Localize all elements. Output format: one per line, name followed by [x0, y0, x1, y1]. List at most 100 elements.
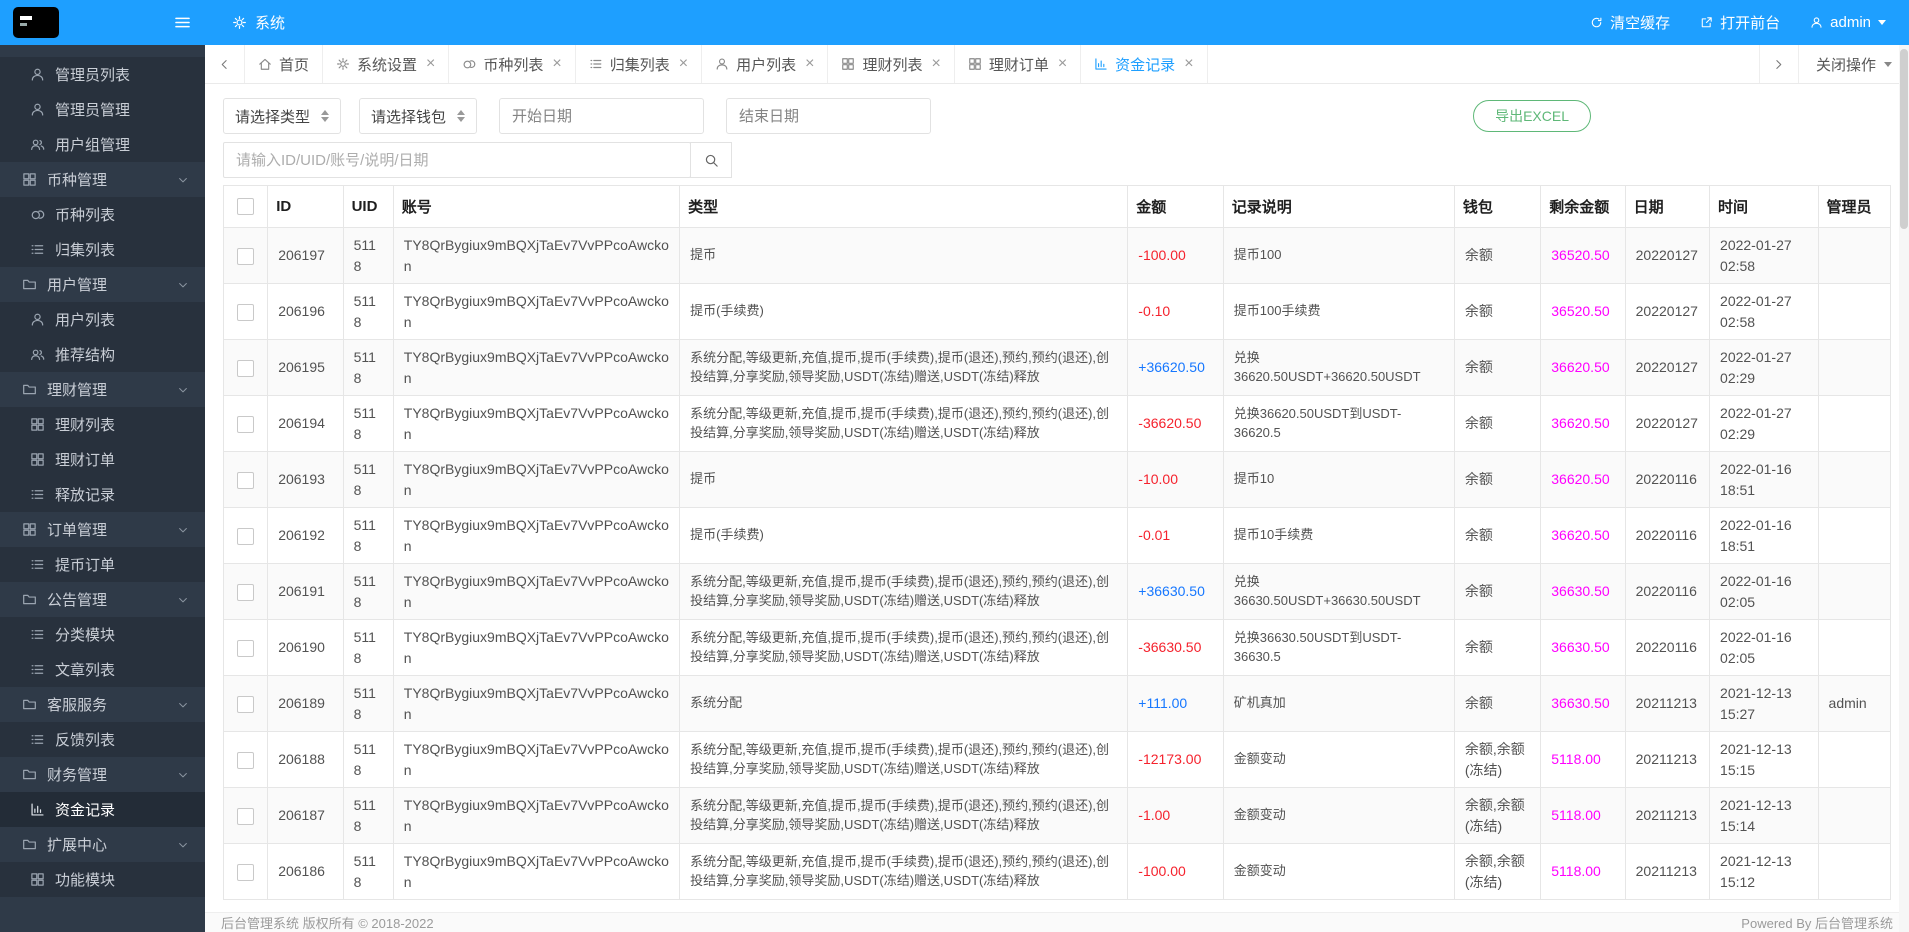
sidebar-item-label: 客服服务: [47, 694, 167, 715]
sidebar-item-customer-service[interactable]: 客服服务: [0, 687, 205, 722]
sidebar-item-release-records[interactable]: 释放记录: [0, 477, 205, 512]
sidebar-item-label: 提币订单: [55, 554, 189, 575]
close-operations-menu[interactable]: 关闭操作: [1799, 45, 1909, 83]
sidebar-item-category-module[interactable]: 分类模块: [0, 617, 205, 652]
row-checkbox[interactable]: [237, 360, 254, 377]
caret-down-icon: [1884, 62, 1892, 67]
cell-time: 2022-01-27 02:58: [1710, 228, 1819, 284]
tab-finance-list[interactable]: 理财列表×: [828, 45, 954, 83]
table-header-row: IDUID账号类型金额记录说明钱包剩余金额日期时间管理员: [224, 186, 1891, 228]
tab-close-icon[interactable]: ×: [552, 56, 561, 72]
sidebar-item-referral-structure[interactable]: 推荐结构: [0, 337, 205, 372]
tab-home[interactable]: 首页: [245, 45, 323, 83]
sidebar-item-admin-manage[interactable]: 管理员管理: [0, 92, 205, 127]
system-label: 系统: [255, 12, 285, 33]
search-row: [223, 142, 1891, 178]
search-input[interactable]: [223, 142, 691, 178]
sidebar-item-user-group-manage[interactable]: 用户组管理: [0, 127, 205, 162]
sidebar-item-label: 理财订单: [55, 449, 189, 470]
cell-admin: [1818, 788, 1890, 844]
wallet-select-value: 请选择钱包: [371, 106, 446, 127]
tab-close-icon[interactable]: ×: [805, 56, 814, 72]
tab-close-icon[interactable]: ×: [931, 56, 940, 72]
row-checkbox[interactable]: [237, 752, 254, 769]
tab-fund-records[interactable]: 资金记录×: [1081, 45, 1207, 83]
chevron-down-icon: [177, 699, 189, 711]
row-checkbox-cell: [224, 564, 268, 620]
scrollbar-thumb[interactable]: [1900, 49, 1908, 229]
table-row: 2061875118TY8QrBygiux9mBQXjTaEv7VvPPcoAw…: [224, 788, 1891, 844]
tab-coin-list[interactable]: 币种列表×: [449, 45, 575, 83]
sidebar-item-feedback-list[interactable]: 反馈列表: [0, 722, 205, 757]
sidebar-item-user-manage[interactable]: 用户管理: [0, 267, 205, 302]
end-date-input[interactable]: [726, 98, 931, 134]
start-date-input[interactable]: [499, 98, 704, 134]
sidebar-item-coin-manage[interactable]: 币种管理: [0, 162, 205, 197]
tabs-scroll-left-button[interactable]: [205, 45, 245, 83]
folder-icon: [22, 382, 37, 397]
search-button[interactable]: [690, 142, 732, 178]
sidebar-item-collect-list[interactable]: 归集列表: [0, 232, 205, 267]
tab-close-icon[interactable]: ×: [1058, 56, 1067, 72]
sidebar-item-article-list[interactable]: 文章列表: [0, 652, 205, 687]
row-checkbox[interactable]: [237, 696, 254, 713]
folder-icon: [22, 767, 37, 782]
tab-close-icon[interactable]: ×: [679, 56, 688, 72]
cell-id: 206193: [268, 452, 343, 508]
cell-date: 20220116: [1625, 508, 1709, 564]
sidebar-item-label: 管理员列表: [55, 64, 189, 85]
tab-finance-orders[interactable]: 理财订单×: [955, 45, 1081, 83]
row-checkbox[interactable]: [237, 472, 254, 489]
row-checkbox[interactable]: [237, 416, 254, 433]
refresh-icon: [1590, 16, 1603, 29]
home-icon: [258, 57, 272, 71]
row-checkbox[interactable]: [237, 640, 254, 657]
row-checkbox[interactable]: [237, 864, 254, 881]
table-row: 2061895118TY8QrBygiux9mBQXjTaEv7VvPPcoAw…: [224, 676, 1891, 732]
sidebar-item-coin-list[interactable]: 币种列表: [0, 197, 205, 232]
cell-wallet: 余额,余额(冻结): [1454, 788, 1540, 844]
row-checkbox[interactable]: [237, 304, 254, 321]
sidebar-item-label: 理财管理: [47, 379, 167, 400]
row-checkbox-cell: [224, 676, 268, 732]
tabs-scroll-right-button[interactable]: [1759, 45, 1799, 83]
cell-time: 2021-12-13 15:12: [1710, 844, 1819, 900]
sidebar-item-finance-dept-manage[interactable]: 财务管理: [0, 757, 205, 792]
tab-user-list[interactable]: 用户列表×: [702, 45, 828, 83]
row-checkbox[interactable]: [237, 248, 254, 265]
row-checkbox[interactable]: [237, 808, 254, 825]
sidebar-item-finance-list[interactable]: 理财列表: [0, 407, 205, 442]
sidebar-item-finance-orders[interactable]: 理财订单: [0, 442, 205, 477]
type-select[interactable]: 请选择类型: [223, 98, 341, 134]
gear-icon: [336, 57, 350, 71]
list-icon: [30, 662, 45, 677]
tab-system-settings[interactable]: 系统设置×: [323, 45, 449, 83]
row-checkbox-cell: [224, 340, 268, 396]
sidebar-item-withdraw-orders[interactable]: 提币订单: [0, 547, 205, 582]
sidebar-item-user-list[interactable]: 用户列表: [0, 302, 205, 337]
cell-remain: 36630.50: [1541, 676, 1625, 732]
row-checkbox[interactable]: [237, 528, 254, 545]
select-all-checkbox[interactable]: [237, 198, 254, 215]
sidebar-item-admin-list[interactable]: 管理员列表: [0, 57, 205, 92]
hamburger-icon[interactable]: [173, 13, 192, 32]
sidebar-item-function-module[interactable]: 功能模块: [0, 862, 205, 897]
cell-time: 2022-01-16 02:05: [1710, 620, 1819, 676]
sidebar-item-notice-manage[interactable]: 公告管理: [0, 582, 205, 617]
sidebar-item-order-manage[interactable]: 订单管理: [0, 512, 205, 547]
sidebar-item-finance-manage[interactable]: 理财管理: [0, 372, 205, 407]
user-menu[interactable]: admin: [1795, 0, 1901, 45]
tab-close-icon[interactable]: ×: [426, 56, 435, 72]
tab-close-icon[interactable]: ×: [1184, 56, 1193, 72]
page-scrollbar[interactable]: [1899, 45, 1909, 932]
open-front-button[interactable]: 打开前台: [1685, 0, 1795, 45]
clear-cache-button[interactable]: 清空缓存: [1575, 0, 1685, 45]
row-checkbox[interactable]: [237, 584, 254, 601]
export-excel-button[interactable]: 导出EXCEL: [1473, 100, 1591, 132]
system-menu[interactable]: 系统: [232, 12, 285, 33]
sidebar-item-extension-center[interactable]: 扩展中心: [0, 827, 205, 862]
sidebar-item-fund-records[interactable]: 资金记录: [0, 792, 205, 827]
wallet-select[interactable]: 请选择钱包: [359, 98, 477, 134]
tab-collect-list[interactable]: 归集列表×: [576, 45, 702, 83]
cell-amount: -1.00: [1128, 788, 1223, 844]
